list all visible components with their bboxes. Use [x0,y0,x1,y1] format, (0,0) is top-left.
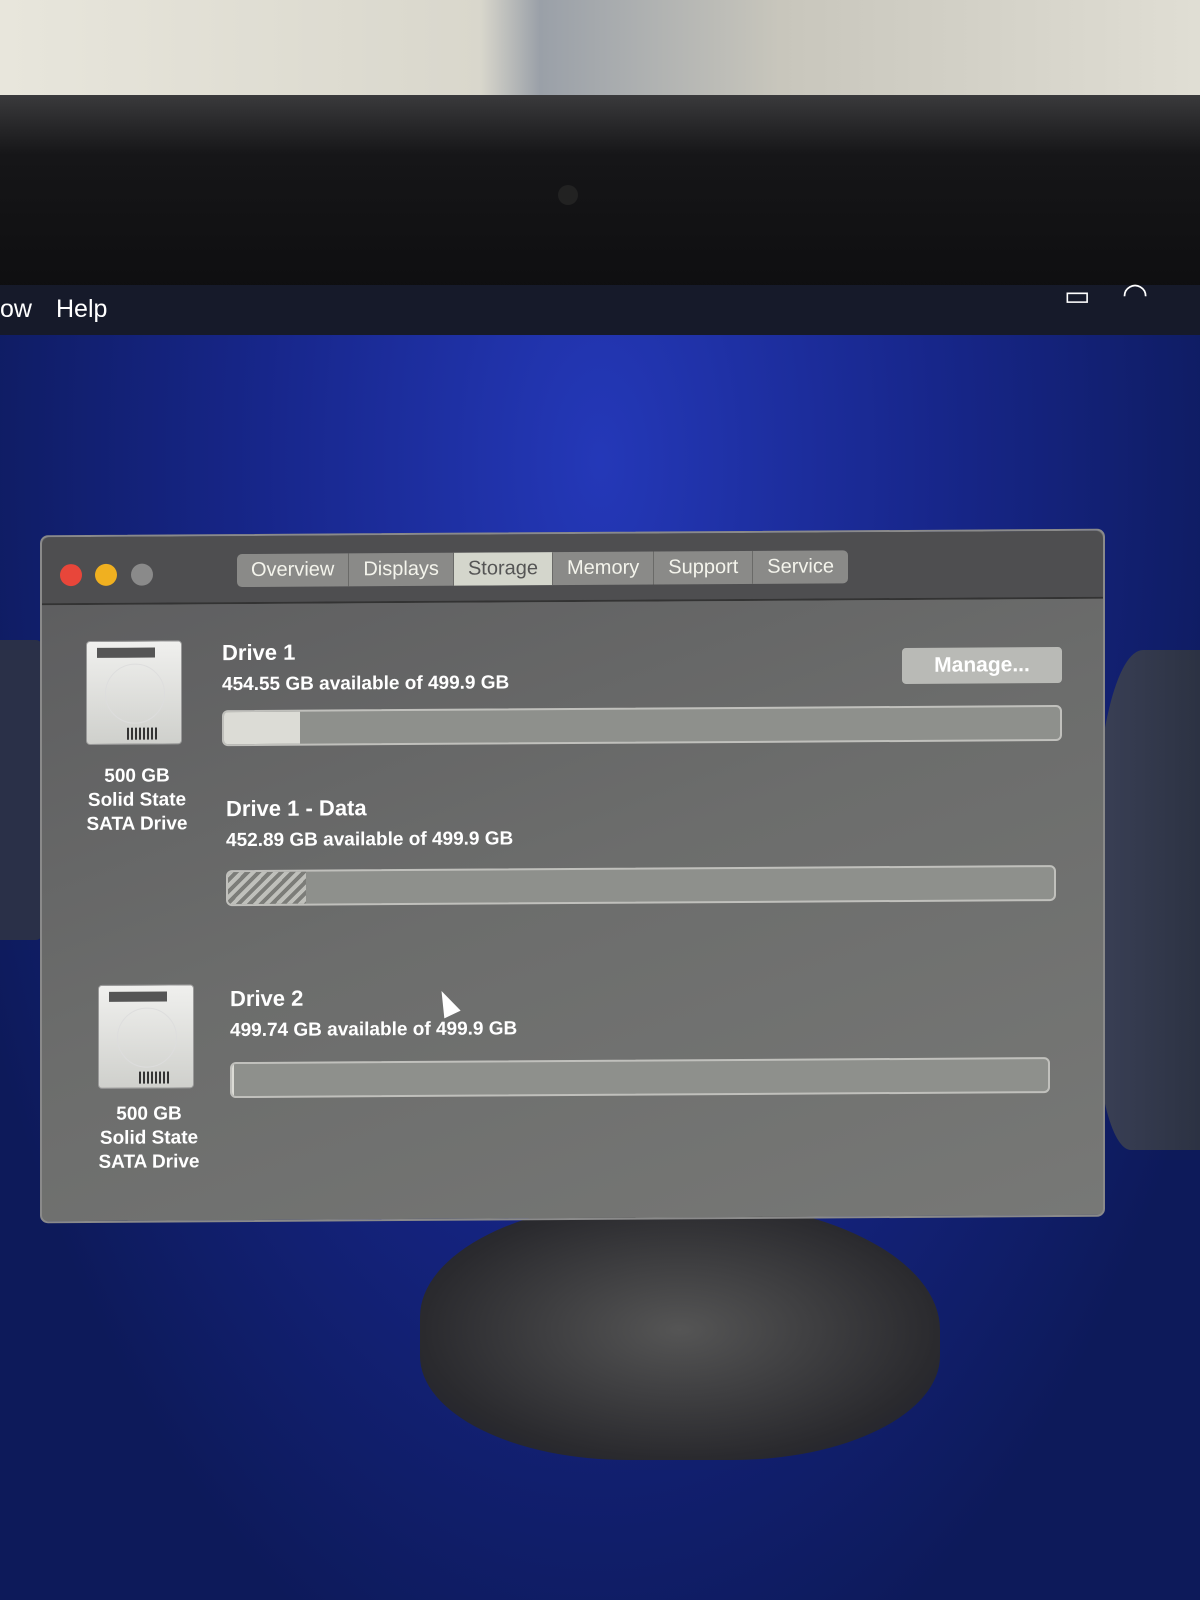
about-this-mac-window: Overview Displays Storage Memory Support… [40,528,1105,1224]
storage-bar [222,705,1062,747]
tab-memory[interactable]: Memory [553,551,655,586]
interface: SATA Drive [86,813,188,835]
menu-bar: ow Help ▭ ◠ [0,278,1200,335]
laptop-bezel [0,95,1200,295]
hard-drive-icon [86,640,182,745]
used-fill [228,871,306,905]
zoom-button[interactable] [131,563,153,586]
manage-button[interactable]: Manage... [902,647,1062,684]
volume-name: Drive 2 [230,985,304,1012]
tab-bar: Overview Displays Storage Memory Support… [237,550,848,588]
storage-bar [226,865,1056,907]
drive-type: Solid State [99,1127,199,1149]
menu-help[interactable]: Help [56,295,107,324]
volume-name: Drive 1 [222,639,296,666]
close-button[interactable] [60,563,82,587]
mouse-cursor-icon [433,987,461,1019]
minimize-button[interactable] [95,563,117,586]
tab-overview[interactable]: Overview [237,553,350,588]
volume-name: Drive 1 - Data [226,795,367,822]
volume-available: 452.89 GB available of 499.9 GB [226,828,514,852]
tab-storage[interactable]: Storage [453,552,553,586]
device-caption: 500 GB Solid State SATA Drive [84,1102,214,1175]
tab-displays[interactable]: Displays [349,552,454,587]
title-bar: Overview Displays Storage Memory Support… [42,530,1103,606]
interface: SATA Drive [98,1151,200,1173]
drive-type: Solid State [87,789,187,811]
camera [558,185,578,205]
capacity: 500 GB [116,1103,182,1125]
menu-window[interactable]: ow [0,295,32,324]
volume-available: 454.55 GB available of 499.9 GB [222,672,510,696]
hard-drive-icon [98,984,194,1089]
wallpaper-cliff [1095,650,1200,1150]
capacity: 500 GB [104,765,170,787]
airplay-icon[interactable]: ▭ [1064,279,1090,312]
used-fill [224,711,301,745]
used-fill [232,1064,235,1097]
wallpaper-island [420,1200,940,1460]
storage-bar [230,1057,1050,1099]
tab-service[interactable]: Service [753,550,848,584]
device-caption: 500 GB Solid State SATA Drive [72,764,202,837]
background-wall [0,0,1200,110]
tab-support[interactable]: Support [654,550,754,585]
volume-available: 499.74 GB available of 499.9 GB [230,1018,518,1042]
wifi-icon[interactable]: ◠ [1122,277,1148,312]
